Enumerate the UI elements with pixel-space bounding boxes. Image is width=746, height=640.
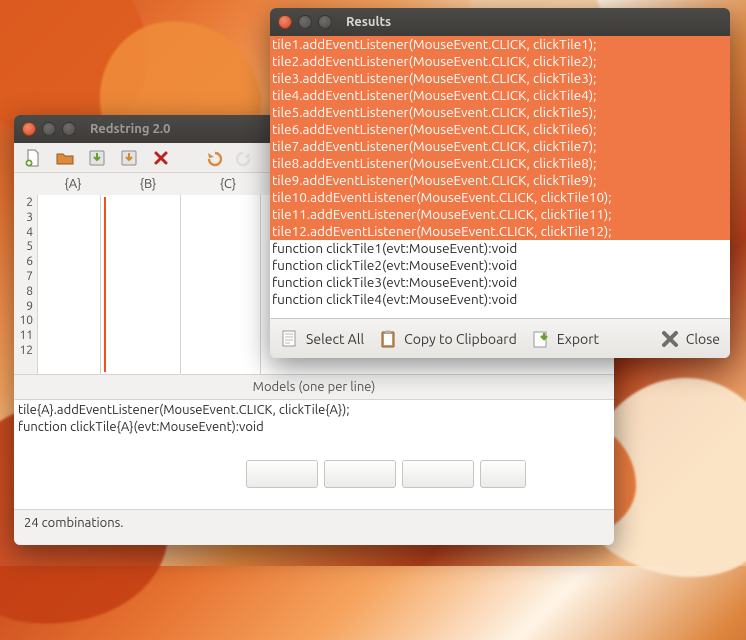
export-button[interactable]: Export	[531, 329, 599, 349]
column-c-header[interactable]: {C}	[188, 177, 268, 191]
select-all-label: Select All	[306, 331, 364, 347]
copy-button[interactable]: Copy to Clipboard	[378, 329, 517, 349]
window-close-icon[interactable]	[22, 122, 36, 136]
window-maximize-icon[interactable]	[62, 122, 76, 136]
close-button[interactable]: Close	[660, 329, 720, 349]
delete-icon[interactable]	[152, 149, 170, 167]
results-titlebar[interactable]: Results	[270, 8, 730, 36]
new-file-icon[interactable]	[24, 149, 42, 167]
undo-icon[interactable]	[204, 149, 222, 167]
open-file-icon[interactable]	[56, 149, 74, 167]
copy-label: Copy to Clipboard	[404, 331, 517, 347]
results-title: Results	[346, 15, 391, 29]
sheet-tabs	[246, 460, 526, 488]
sheet-tab[interactable]	[480, 460, 526, 488]
clipboard-icon	[378, 329, 398, 349]
results-window: Results tile1.addEventListener(MouseEven…	[270, 8, 730, 358]
sheet-tab[interactable]	[402, 460, 474, 488]
save-as-icon[interactable]	[120, 149, 138, 167]
window-minimize-icon[interactable]	[298, 15, 312, 29]
window-maximize-icon[interactable]	[318, 15, 332, 29]
select-all-icon	[280, 329, 300, 349]
export-label: Export	[557, 331, 599, 347]
results-text[interactable]: tile1.addEventListener(MouseEvent.CLICK,…	[270, 36, 730, 318]
redstring-title: Redstring 2.0	[90, 122, 170, 136]
window-close-icon[interactable]	[278, 15, 292, 29]
status-bar: 24 combinations.	[14, 509, 614, 536]
sheet-tab[interactable]	[324, 460, 396, 488]
column-a-header[interactable]: {A}	[38, 177, 108, 191]
close-x-icon	[660, 329, 680, 349]
close-label: Close	[686, 331, 720, 347]
text-cursor	[104, 197, 106, 372]
results-toolbar: Select All Copy to Clipboard Export Clos…	[270, 318, 730, 358]
window-minimize-icon[interactable]	[42, 122, 56, 136]
export-icon	[531, 329, 551, 349]
select-all-button[interactable]: Select All	[280, 329, 364, 349]
line-number-gutter: 23456789101112	[14, 195, 38, 374]
sheet-tab[interactable]	[246, 460, 318, 488]
redo-icon[interactable]	[236, 149, 254, 167]
models-textarea[interactable]: tile{A}.addEventListener(MouseEvent.CLIC…	[14, 399, 614, 509]
models-label: Models (one per line)	[14, 375, 614, 399]
save-icon[interactable]	[88, 149, 106, 167]
column-b-header[interactable]: {B}	[108, 177, 188, 191]
